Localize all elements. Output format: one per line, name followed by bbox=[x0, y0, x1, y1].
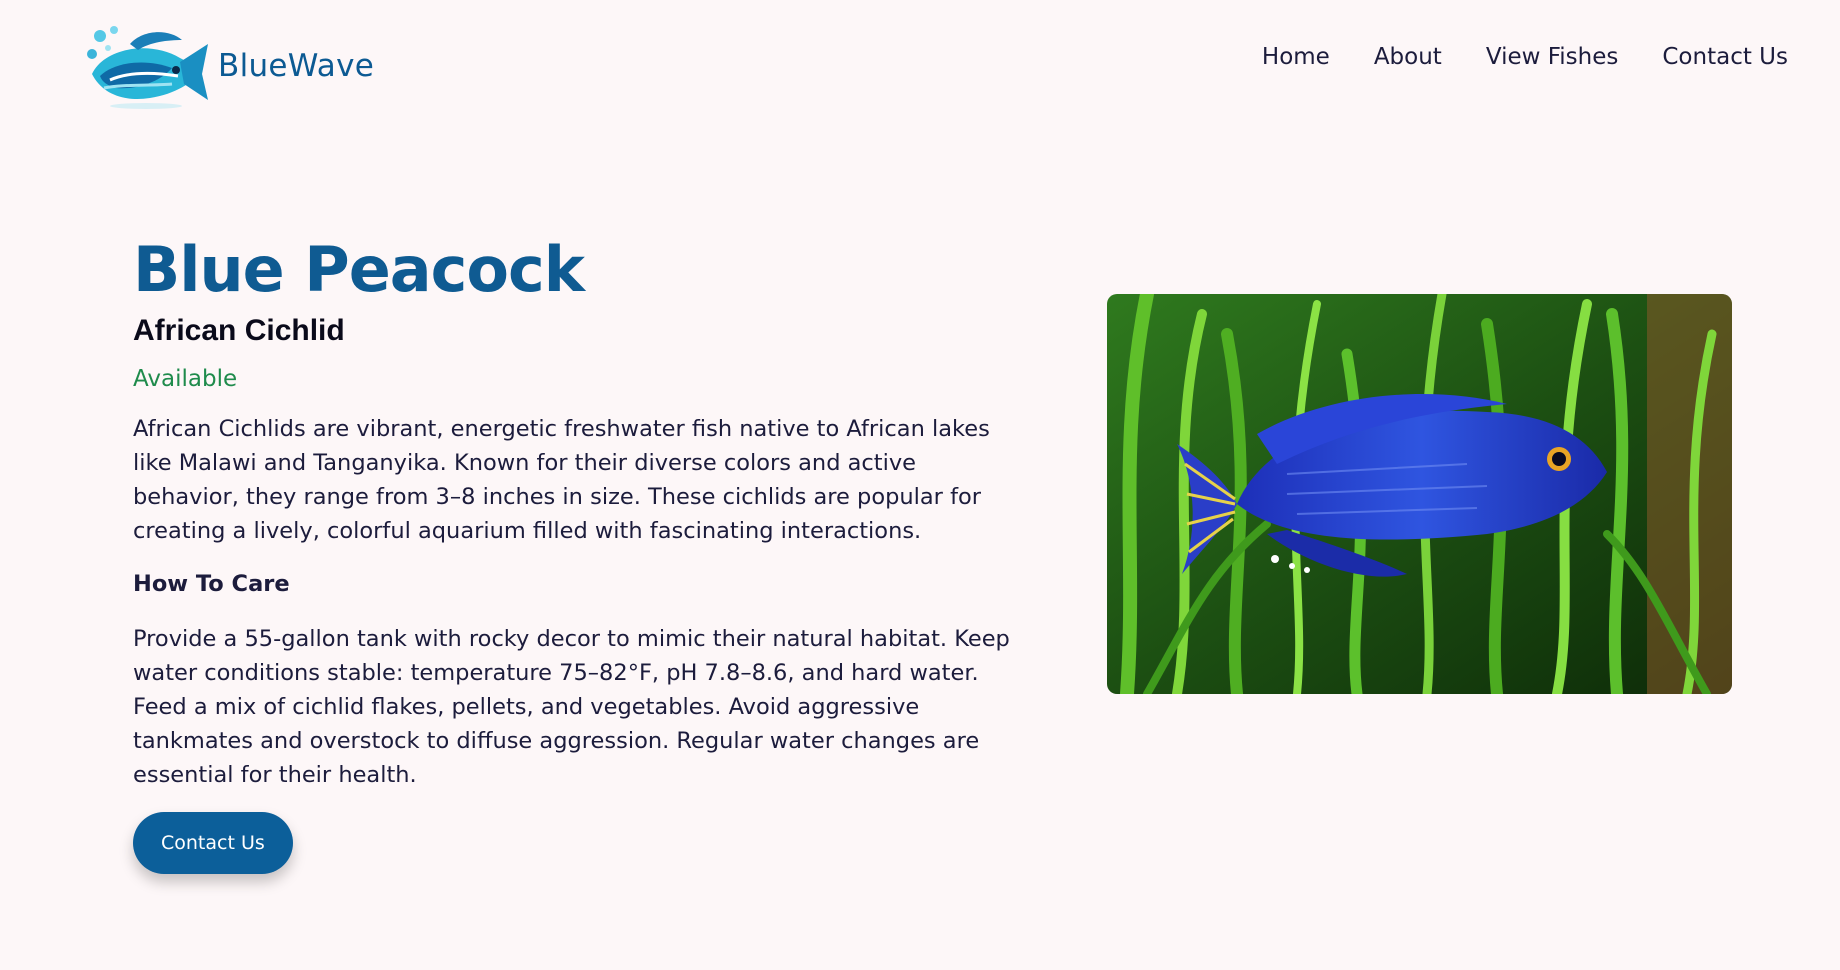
care-heading: How To Care bbox=[133, 571, 290, 597]
nav-view-fishes[interactable]: View Fishes bbox=[1486, 44, 1619, 70]
nav-contact-us[interactable]: Contact Us bbox=[1662, 44, 1788, 70]
contact-us-button[interactable]: Contact Us bbox=[133, 812, 293, 874]
nav-home[interactable]: Home bbox=[1262, 44, 1330, 70]
fish-type: African Cichlid bbox=[133, 314, 345, 347]
blue-peacock-fish-photo bbox=[1107, 294, 1732, 694]
brand[interactable]: BlueWave bbox=[80, 18, 374, 114]
fish-name: Blue Peacock bbox=[133, 233, 585, 306]
brand-name: BlueWave bbox=[218, 48, 375, 84]
fish-photo bbox=[1107, 294, 1732, 694]
main-nav: Home About View Fishes Contact Us bbox=[1262, 44, 1788, 70]
care-instructions: Provide a 55-gallon tank with rocky deco… bbox=[133, 626, 1010, 788]
fish-description: African Cichlids are vibrant, energetic … bbox=[133, 416, 990, 544]
availability-status: Available bbox=[133, 366, 238, 392]
fish-details: Blue Peacock African Cichlid Available A… bbox=[133, 232, 1013, 874]
nav-about[interactable]: About bbox=[1374, 44, 1442, 70]
site-header: BlueWave Home About View Fishes Contact … bbox=[0, 0, 1840, 120]
fish-logo-icon bbox=[87, 26, 208, 109]
